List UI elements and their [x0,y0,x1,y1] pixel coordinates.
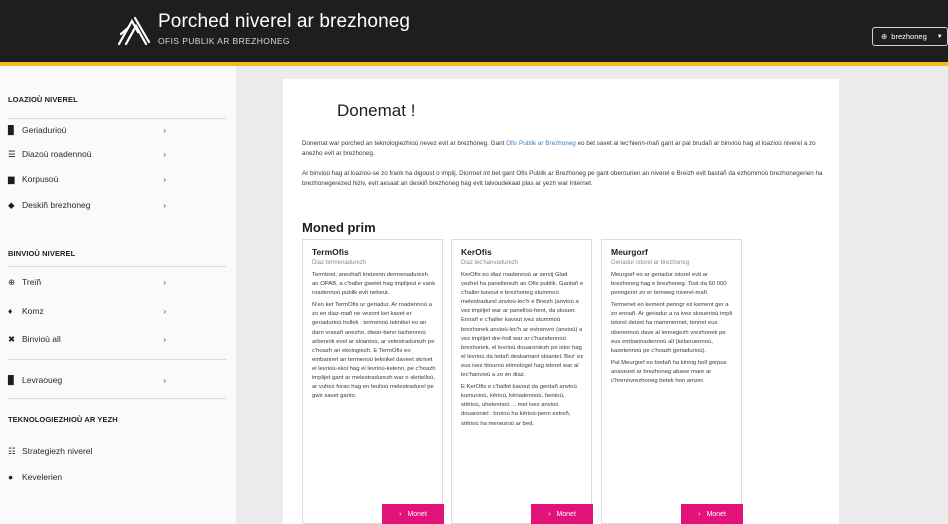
card-title[interactable]: Meurgorf [611,247,648,257]
tools-icon: ✖ [8,333,16,344]
sidebar-item-deskin[interactable]: ◆ Deskiñ brezhoneg › [8,196,168,214]
microphone-icon: ♦ [8,306,13,316]
sidebar-item-label: Diazoù roadennoù [22,149,92,159]
chevron-right-icon: › [163,174,166,184]
sidebar-item-label: Kevelerien [22,472,63,482]
chevron-right-icon: › [163,149,166,159]
divider [8,398,226,399]
sidebar-item-label: Strategiezh niverel [22,446,93,456]
sidebar-item-levraoueg[interactable]: ▉ Levraoueg › [8,371,168,389]
sidebar-item-geriaduriou[interactable]: ▉ Geriadurioù › [8,121,168,139]
card-paragraph: N'eo ket TermOfis ur geriadur. Ar roaden… [312,302,436,400]
chevron-right-icon: › [163,200,166,210]
card-body: KerOfis eo diaz roadennoù ar servij Glad… [461,271,585,432]
people-icon: ● [8,472,14,482]
sidebar-item-label: Treiñ [22,277,42,287]
divider [8,359,226,360]
sidebar-item-komz[interactable]: ♦ Komz › [8,302,168,320]
sidebar-item-label: Levraoueg [22,375,63,385]
monet-button[interactable]: › Monet [382,504,444,524]
book-icon: ▉ [8,124,15,135]
sidebar-item-trein[interactable]: ⊕ Treiñ › [8,273,168,291]
card-meurgorf: Meurgorf Geriadur istorel ar brezhoneg M… [601,239,743,524]
sidebar-section-title: TEKNOLOGIEZHIOÙ AR YEZH [8,415,118,424]
divider [8,118,226,119]
card-body: Termbret, anezhañ kreizenn dermenadurezh… [312,271,436,404]
card-paragraph: Pal Meurgorf eo bodañ ha kinnig holl gor… [611,359,727,385]
site-subtitle: OFIS PUBLIK AR BREZHONEG [158,36,290,46]
sidebar-item-label: Komz [22,306,44,316]
card-subtitle: Geriadur istorel ar brezhoneg [611,260,690,266]
top-bar: Porched niverel ar brezhoneg OFIS PUBLIK… [0,0,948,62]
globe-icon: ⊕ [8,276,16,287]
card-paragraph: Termenet eo kement penngr ez kement ger … [611,302,733,354]
card-paragraph: Termbret, anezhañ kreizenn dermenadurezh… [312,272,436,297]
monet-button[interactable]: › Monet [681,504,743,524]
sidebar-item-label: Geriadurioù [22,125,67,135]
chevron-right-icon: › [163,375,166,385]
page-title: Donemat ! [337,101,416,120]
sidebar-item-label: Binvioù all [22,334,61,344]
chevron-right-icon: › [163,334,166,344]
card-body: Meurgorf eo ar geriadur istorel evit ar … [611,271,735,389]
language-selector[interactable]: ⊕ brezhoneg ▼ [872,27,948,46]
graduation-cap-icon: ◆ [8,199,15,210]
sidebar-item-binviou-all[interactable]: ✖ Binvioù all › [8,330,168,348]
chevron-right-icon: › [163,306,166,316]
chevron-right-icon: › [698,511,701,518]
sidebar-section-title: LOAZIOÙ NIVEREL [8,95,78,104]
card-title[interactable]: TermOfis [312,247,349,257]
sidebar-item-strategiezh[interactable]: ☷ Strategiezh niverel [8,442,168,460]
ofis-publik-link[interactable]: Ofis Publik ar Brezhoneg [506,140,576,147]
chevron-right-icon: › [399,511,402,518]
sidebar: LOAZIOÙ NIVEREL ▉ Geriadurioù › ☰ Diazoù… [0,66,236,524]
sidebar-item-diazou[interactable]: ☰ Diazoù roadennoù › [8,145,168,163]
sidebar-section-title: BINVIOÙ NIVEREL [8,249,76,258]
main-content: Donemat ! Donemat war porched an teknolo… [283,79,839,524]
card-termofis: TermOfis Diaz termenadurezh Termbret, an… [302,239,444,524]
card-paragraph: E KerOfis e c'hallot kavout da gentañ an… [461,384,577,427]
chevron-right-icon: › [163,277,166,287]
globe-icon: ⊕ [881,32,888,41]
card-subtitle: Diaz lec'hanvadurezh [461,260,519,266]
language-label: brezhoneg [891,32,927,41]
sidebar-item-label: Deskiñ brezhoneg [22,200,91,210]
card-paragraph: Meurgorf eo ar geriadur istorel evit ar … [611,272,727,297]
intro-paragraph: Donemat war porched an teknologiezhioù n… [302,140,816,157]
divider [8,266,226,267]
site-title[interactable]: Porched niverel ar brezhoneg [158,11,410,33]
list-icon: ☷ [8,445,16,456]
section-title: Moned prim [302,220,376,235]
logo-icon[interactable] [116,14,152,48]
caret-down-icon: ▼ [936,33,943,40]
chevron-right-icon: › [163,125,166,135]
sidebar-item-korpusou[interactable]: ▆ Korpusoù › [8,170,168,188]
book-icon: ▉ [8,374,15,385]
chevron-right-icon: › [548,511,551,518]
folder-icon: ▆ [8,173,15,184]
card-subtitle: Diaz termenadurezh [312,260,367,266]
card-paragraph: KerOfis eo diaz roadennoù ar servij Glad… [461,272,584,379]
database-icon: ☰ [8,148,16,159]
sidebar-item-label: Korpusoù [22,174,59,184]
intro-paragraph: Ar binvioù hag al loazioù-se zo frank ha… [302,170,823,187]
monet-button[interactable]: › Monet [531,504,593,524]
card-title[interactable]: KerOfis [461,247,492,257]
card-kerofis: KerOfis Diaz lec'hanvadurezh KerOfis eo … [451,239,593,524]
sidebar-item-kevelerien[interactable]: ● Kevelerien [8,468,168,486]
